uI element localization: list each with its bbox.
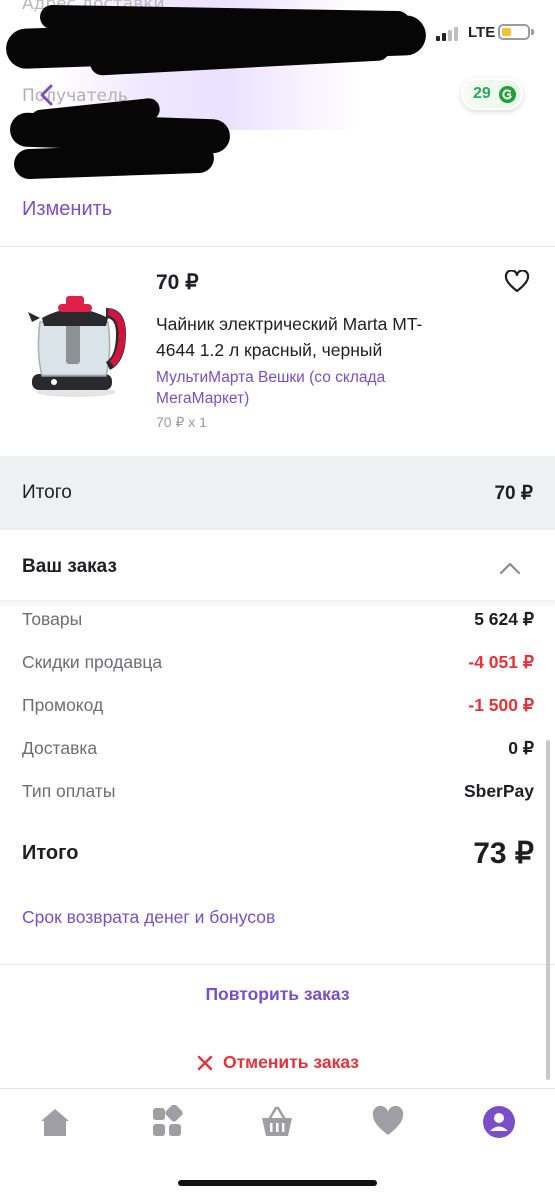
- summary-row-payment: Тип оплаты SberPay: [22, 781, 534, 807]
- summary-row-seller-discount: Скидки продавца -4 051 ₽: [22, 652, 534, 678]
- row-label: Скидки продавца: [22, 652, 163, 672]
- battery-icon: [498, 24, 530, 40]
- cancel-order-button[interactable]: Отменить заказ: [0, 1052, 555, 1077]
- profile-icon[interactable]: [482, 1105, 516, 1139]
- row-label: Тип оплаты: [22, 781, 116, 801]
- row-label: Товары: [22, 609, 83, 629]
- battery-cap: [531, 29, 534, 35]
- bonus-count: 29: [473, 85, 491, 102]
- home-icon[interactable]: [38, 1105, 72, 1139]
- section-shadow: [0, 600, 555, 608]
- refund-terms-link[interactable]: Срок возврата денег и бонусов: [22, 907, 275, 928]
- catalog-icon[interactable]: [150, 1105, 184, 1139]
- row-value: 5 624 ₽: [474, 609, 534, 629]
- product-price: 70 ₽: [156, 271, 199, 294]
- cart-icon[interactable]: [260, 1105, 294, 1139]
- redacted-recipient-2: [13, 142, 215, 180]
- repeat-order-button[interactable]: Повторить заказ: [0, 984, 555, 1005]
- sber-bonus-icon: [499, 86, 516, 103]
- product-image[interactable]: [22, 282, 134, 400]
- network-type: LTE: [468, 24, 496, 41]
- grand-total-label: Итого: [22, 842, 79, 864]
- favorites-icon[interactable]: [371, 1105, 405, 1139]
- chevron-up-icon[interactable]: [498, 560, 522, 576]
- favorite-heart-icon[interactable]: [504, 270, 530, 294]
- product-title[interactable]: Чайник электрический Marta MT-4644 1.2 л…: [156, 311, 456, 363]
- change-delivery-link[interactable]: Изменить: [22, 198, 112, 221]
- row-label: Промокод: [22, 695, 104, 715]
- scrollbar[interactable]: [546, 740, 550, 1080]
- grand-total-row: Итого 73 ₽: [22, 836, 534, 876]
- delivery-info-section: Адрес доставки Получатель LTE 29 Изменит…: [0, 0, 555, 246]
- signal-icon: [436, 27, 458, 41]
- row-value: -4 051 ₽: [468, 652, 534, 672]
- home-indicator[interactable]: [178, 1180, 377, 1186]
- row-value: -1 500 ₽: [468, 695, 534, 715]
- order-summary-heading: Ваш заказ: [22, 556, 117, 577]
- grand-total-value: 73 ₽: [473, 837, 534, 870]
- repeat-order-label: Повторить заказ: [205, 984, 350, 1004]
- cancel-order-label: Отменить заказ: [223, 1052, 359, 1072]
- row-value: 0 ₽: [508, 738, 534, 758]
- subtotal-value: 70 ₽: [494, 483, 533, 504]
- subtotal-label: Итого: [22, 482, 72, 503]
- subtotal-band: Итого 70 ₽: [0, 456, 555, 530]
- summary-row-delivery: Доставка 0 ₽: [22, 738, 534, 764]
- divider: [0, 246, 555, 247]
- price-quantity: 70 ₽ x 1: [156, 414, 207, 430]
- close-icon: [197, 1055, 213, 1070]
- seller-link[interactable]: МультиМарта Вешки (со склада МегаМаркет): [156, 367, 436, 409]
- row-value: SberPay: [463, 781, 534, 801]
- summary-row-promocode: Промокод -1 500 ₽: [22, 695, 534, 721]
- back-chevron-icon[interactable]: [38, 84, 56, 106]
- bonus-badge[interactable]: 29: [461, 78, 523, 110]
- summary-row-goods: Товары 5 624 ₽: [22, 609, 534, 635]
- row-label: Доставка: [22, 738, 98, 758]
- divider: [0, 964, 555, 965]
